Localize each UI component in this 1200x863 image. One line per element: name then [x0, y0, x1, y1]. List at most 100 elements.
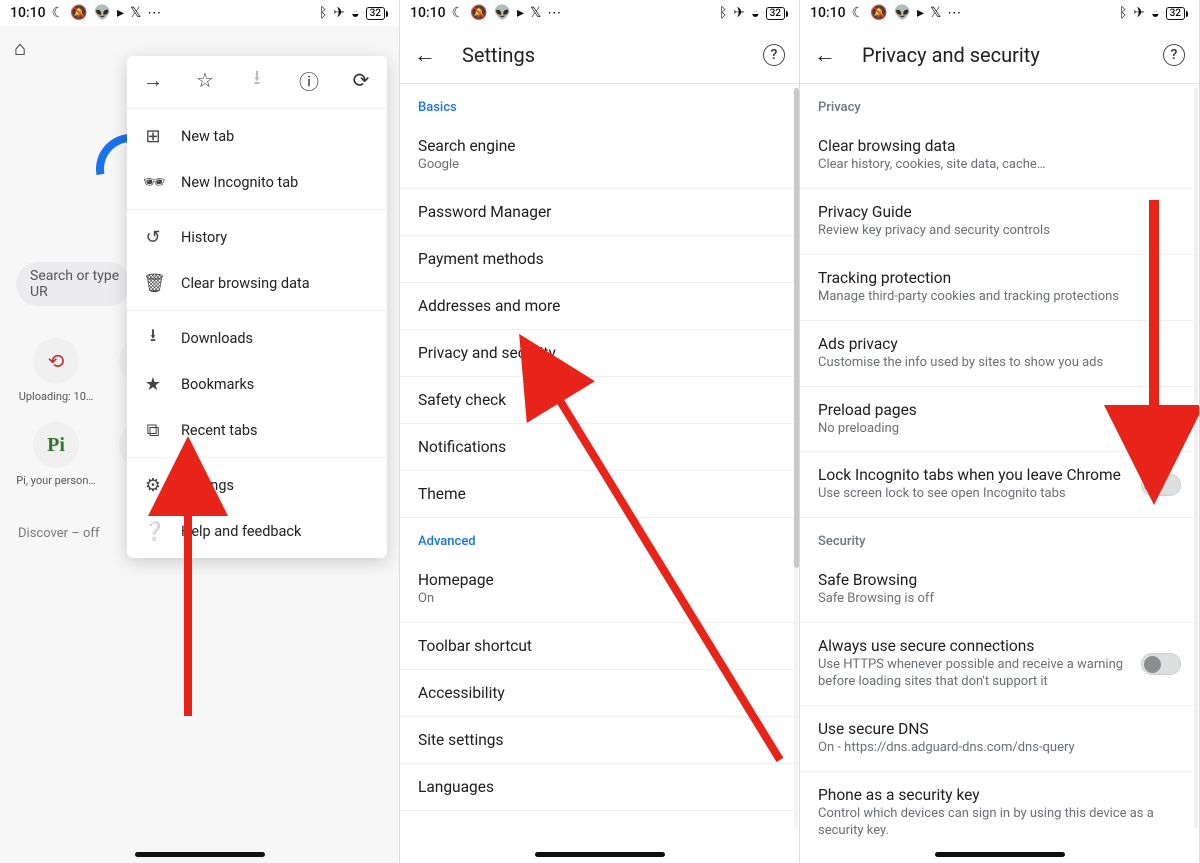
trash-icon: 🗑 — [143, 273, 163, 294]
settings-list[interactable]: Basics Search engine Google Password Man… — [400, 84, 799, 863]
menu-new-incognito[interactable]: 🕶 New Incognito tab — [127, 159, 387, 205]
menu-help[interactable]: ❔ Help and feedback — [127, 508, 387, 554]
setting-languages[interactable]: Languages — [400, 764, 799, 811]
sync-icon: ⟲ — [48, 349, 65, 373]
setting-tracking-protection[interactable]: Tracking protection Manage third-party c… — [800, 255, 1199, 321]
screen-settings: 10:10 ☾ 🔕 👽 ▸ 𝕏 ⋯ ᛒ ✈ ◒ 32 ← Settings ? … — [400, 0, 800, 863]
star-icon[interactable]: ☆ — [187, 68, 223, 92]
menu-bookmarks[interactable]: ★ Bookmarks — [127, 361, 387, 407]
battery-icon: 32 — [1166, 7, 1185, 20]
setting-accessibility[interactable]: Accessibility — [400, 670, 799, 717]
home-icon[interactable]: ⌂ — [14, 36, 26, 61]
menu-label: Downloads — [181, 330, 253, 347]
toggle-secure-connections[interactable] — [1141, 653, 1181, 675]
status-bar: 10:10 ☾ 🔕 👽 ▸ 𝕏 ⋯ ᛒ ✈ ◒ 32 — [0, 0, 399, 26]
gesture-bar — [135, 852, 265, 857]
screen-privacy-security: 10:10 ☾ 🔕 👽 ▸ 𝕏 ⋯ ᛒ ✈ ◒ 32 ← Privacy and… — [800, 0, 1200, 863]
setting-theme[interactable]: Theme — [400, 471, 799, 518]
play-icon: ▸ — [517, 5, 524, 21]
gesture-bar — [535, 852, 665, 857]
setting-safety-check[interactable]: Safety check — [400, 377, 799, 424]
shortcut-pi[interactable]: Pi Pi, your person… — [16, 422, 96, 487]
menu-label: Settings — [181, 477, 234, 494]
wifi-icon: ◒ — [1151, 5, 1159, 22]
more-icon: ⋯ — [147, 5, 161, 21]
setting-ads-privacy[interactable]: Ads privacy Customise the info used by s… — [800, 321, 1199, 387]
x-icon: 𝕏 — [930, 5, 941, 21]
toggle-lock-incognito[interactable] — [1141, 474, 1181, 496]
privacy-list[interactable]: Privacy Clear browsing data Clear histor… — [800, 84, 1199, 863]
setting-search-engine[interactable]: Search engine Google — [400, 123, 799, 189]
setting-phone-security-key[interactable]: Phone as a security key Control which de… — [800, 772, 1199, 854]
gesture-bar — [935, 852, 1065, 857]
menu-label: Bookmarks — [181, 376, 254, 393]
download-icon: ⭳ — [143, 323, 163, 353]
menu-label: New Incognito tab — [181, 174, 298, 191]
setting-privacy-guide[interactable]: Privacy Guide Review key privacy and sec… — [800, 189, 1199, 255]
setting-lock-incognito[interactable]: Lock Incognito tabs when you leave Chrom… — [800, 452, 1199, 518]
refresh-icon[interactable]: ⟳ — [343, 68, 379, 92]
history-icon: ↺ — [143, 227, 163, 248]
menu-clear-data[interactable]: 🗑 Clear browsing data — [127, 260, 387, 306]
clock: 10:10 — [810, 5, 846, 21]
back-icon[interactable]: ← — [414, 42, 436, 68]
bluetooth-icon: ᛒ — [1119, 5, 1127, 21]
menu-recent-tabs[interactable]: ⧉ Recent tabs — [127, 407, 387, 453]
setting-secure-dns[interactable]: Use secure DNS On - https://dns.adguard-… — [800, 706, 1199, 772]
setting-notifications[interactable]: Notifications — [400, 424, 799, 471]
setting-payment-methods[interactable]: Payment methods — [400, 236, 799, 283]
setting-toolbar-shortcut[interactable]: Toolbar shortcut — [400, 623, 799, 670]
discover-label: Discover – off — [18, 526, 99, 541]
download-icon: ⭳ — [239, 63, 275, 97]
overflow-menu: → ☆ ⭳ ⓘ ⟳ ⊞ New tab 🕶 New Incognito tab … — [127, 56, 387, 558]
dnd-icon: ☾ — [852, 5, 865, 21]
help-icon[interactable]: ? — [763, 44, 785, 66]
help-icon[interactable]: ? — [1163, 44, 1185, 66]
search-input[interactable]: Search or type UR — [16, 262, 131, 306]
appbar: ← Privacy and security ? — [800, 26, 1199, 84]
more-icon: ⋯ — [547, 5, 561, 21]
x-icon: 𝕏 — [530, 5, 541, 21]
setting-homepage[interactable]: Homepage On — [400, 557, 799, 623]
appbar: ← Settings ? — [400, 26, 799, 84]
setting-safe-browsing[interactable]: Safe Browsing Safe Browsing is off — [800, 557, 1199, 623]
forward-icon[interactable]: → — [135, 68, 171, 93]
setting-addresses[interactable]: Addresses and more — [400, 283, 799, 330]
setting-secure-connections[interactable]: Always use secure connections Use HTTPS … — [800, 623, 1199, 706]
reddit-icon: 👽 — [94, 5, 111, 21]
menu-new-tab[interactable]: ⊞ New tab — [127, 113, 387, 159]
search-placeholder: Search or type UR — [30, 268, 131, 300]
setting-site-settings[interactable]: Site settings — [400, 717, 799, 764]
menu-label: Recent tabs — [181, 422, 258, 439]
menu-label: Help and feedback — [181, 523, 301, 540]
x-icon: 𝕏 — [130, 5, 141, 21]
info-icon[interactable]: ⓘ — [291, 66, 327, 95]
shortcut-label: Pi, your person… — [16, 474, 96, 487]
wifi-icon: ◒ — [351, 5, 359, 22]
section-privacy: Privacy — [800, 84, 1199, 123]
menu-label: New tab — [181, 128, 234, 145]
menu-label: Clear browsing data — [181, 275, 310, 292]
scrollbar-thumb[interactable] — [794, 88, 799, 568]
star-filled-icon: ★ — [143, 374, 163, 395]
dnd-icon: ☾ — [452, 5, 465, 21]
help-icon: ❔ — [143, 521, 163, 542]
clock: 10:10 — [10, 5, 46, 21]
play-icon: ▸ — [917, 5, 924, 21]
airplane-icon: ✈ — [333, 5, 345, 21]
section-advanced: Advanced — [400, 518, 799, 557]
setting-privacy-security[interactable]: Privacy and security — [400, 330, 799, 377]
scrollbar-track — [1194, 88, 1198, 828]
mute-icon: 🔕 — [70, 5, 87, 21]
menu-history[interactable]: ↺ History — [127, 214, 387, 260]
back-icon[interactable]: ← — [814, 42, 836, 68]
shortcut-upload[interactable]: ⟲ Uploading: 10… — [16, 338, 96, 403]
menu-settings[interactable]: ⚙ Settings — [127, 462, 387, 508]
airplane-icon: ✈ — [1133, 5, 1145, 21]
setting-password-manager[interactable]: Password Manager — [400, 189, 799, 236]
setting-clear-browsing-data[interactable]: Clear browsing data Clear history, cooki… — [800, 123, 1199, 189]
bluetooth-icon: ᛒ — [719, 5, 727, 21]
menu-downloads[interactable]: ⭳ Downloads — [127, 315, 387, 361]
more-icon: ⋯ — [947, 5, 961, 21]
setting-preload-pages[interactable]: Preload pages No preloading — [800, 387, 1199, 453]
